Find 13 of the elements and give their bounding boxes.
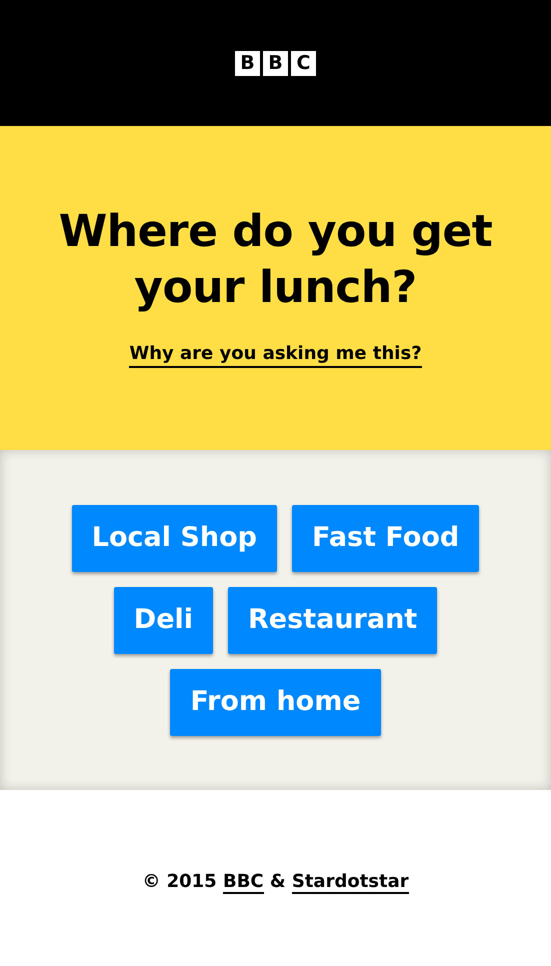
question-title: Where do you get your lunch? [58, 205, 494, 315]
logo-letter: B [263, 50, 288, 76]
footer-link[interactable]: BBC [222, 871, 264, 894]
answer-button[interactable]: Fast Food [292, 505, 480, 572]
answer-button[interactable]: Restaurant [228, 587, 438, 654]
logo-letter: C [291, 50, 316, 76]
answer-button[interactable]: Local Shop [72, 505, 277, 572]
answer-button[interactable]: Deli [114, 587, 214, 654]
why-link[interactable]: Why are you asking me this? [129, 342, 422, 368]
copyright-text: © 2015 BBC & Stardotstar [142, 870, 409, 894]
logo-letter: B [235, 50, 260, 76]
footer-link[interactable]: Stardotstar [292, 871, 409, 894]
answer-button[interactable]: From home [170, 669, 381, 736]
